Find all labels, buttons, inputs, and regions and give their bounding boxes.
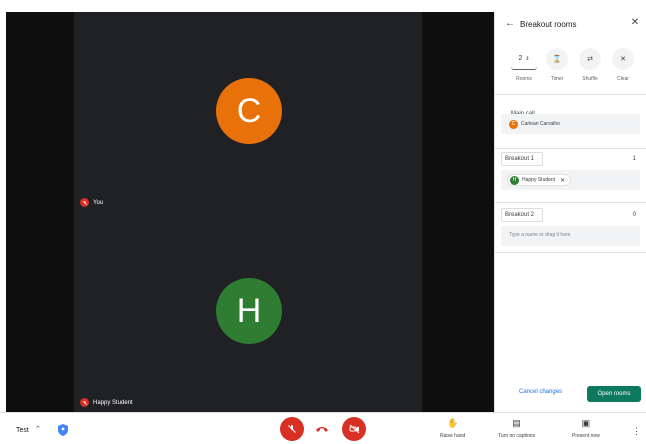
panel-footer: Cancel changes Open rooms: [495, 386, 646, 406]
timer-tool[interactable]: ⌛ Timer: [542, 48, 572, 82]
shield-icon[interactable]: [58, 424, 68, 436]
clear-tool[interactable]: ✕ Clear: [608, 48, 638, 82]
add-member-placeholder: Type a name or drag it here: [509, 232, 571, 238]
more-options-icon[interactable]: ⋮: [632, 427, 641, 436]
chevron-up-icon[interactable]: ⌃: [35, 425, 41, 433]
panel-header: ← Breakout rooms ✕: [495, 12, 646, 38]
back-arrow-icon[interactable]: ←: [505, 19, 515, 29]
present-label: Present now: [572, 433, 600, 439]
breakout-2-count: 0: [632, 212, 636, 218]
timer-button[interactable]: ⌛: [546, 48, 568, 70]
raise-hand-button[interactable]: ✋ Raise hand: [440, 417, 465, 439]
breakout-rooms-panel: ← Breakout rooms ✕ 2 ⇕ Rooms ⌛ Timer ⇄ S…: [494, 12, 646, 412]
breakout-2-name-field[interactable]: Breakout 2: [501, 208, 543, 222]
member-name: Happy Student: [522, 177, 556, 183]
shuffle-icon: ⇄: [587, 56, 593, 63]
camera-off-icon: [349, 424, 359, 434]
breakout-1-name-field[interactable]: Breakout 1: [501, 152, 543, 166]
breakout-1-members[interactable]: H Happy Student ✕: [501, 170, 640, 190]
stepper-arrows-icon[interactable]: ⇕: [525, 56, 529, 62]
rooms-count-value: 2: [518, 55, 523, 62]
hand-icon: ✋: [447, 418, 459, 428]
captions-button[interactable]: ▤ Turn on captions: [498, 417, 535, 439]
breakout-2-drop-zone[interactable]: Type a name or drag it here: [501, 226, 640, 246]
mic-off-icon: [80, 398, 89, 407]
meet-window: C H You Happy Student ← Breakout rooms ✕: [0, 0, 646, 444]
remove-member-icon[interactable]: ✕: [560, 177, 565, 184]
rooms-label: Rooms: [516, 76, 532, 82]
mic-toggle-button[interactable]: [280, 417, 304, 441]
rooms-stepper[interactable]: 2 ⇕ Rooms: [509, 48, 539, 82]
cancel-changes-button[interactable]: Cancel changes: [519, 389, 562, 395]
member-name: Carlean Carvalho: [521, 121, 560, 127]
student-name-tag: Happy Student: [80, 398, 133, 407]
shuffle-button[interactable]: ⇄: [579, 48, 601, 70]
member-chip[interactable]: H Happy Student ✕: [507, 174, 572, 186]
captions-icon: ▤: [512, 418, 521, 428]
student-name-label: Happy Student: [93, 399, 133, 406]
video-grid: C H You Happy Student: [6, 12, 494, 412]
captions-label: Turn on captions: [498, 433, 536, 439]
clear-button[interactable]: ✕: [612, 48, 634, 70]
panel-title: Breakout rooms: [520, 20, 577, 29]
mic-off-icon: [288, 425, 296, 433]
breakout-1-count: 1: [632, 156, 636, 162]
member-chip[interactable]: C Carlean Carvalho: [507, 118, 565, 130]
present-button[interactable]: ▣ Present now: [572, 417, 600, 439]
leave-call-button[interactable]: [314, 423, 330, 435]
self-name-label: You: [93, 199, 104, 206]
participant-avatar-h: H: [216, 278, 282, 344]
rooms-count-field[interactable]: 2 ⇕: [511, 48, 537, 70]
avatar: H: [510, 175, 519, 185]
clear-label: Clear: [617, 76, 629, 82]
mic-off-icon: [80, 198, 89, 207]
shuffle-tool[interactable]: ⇄ Shuffle: [575, 48, 605, 82]
close-icon[interactable]: ✕: [630, 18, 640, 28]
camera-toggle-button[interactable]: [342, 417, 366, 441]
divider: [495, 94, 646, 95]
shuffle-label: Shuffle: [582, 76, 598, 82]
participant-tile-bottom: H: [74, 212, 422, 412]
hang-up-icon: [316, 427, 328, 432]
participant-avatar-c: C: [216, 78, 282, 144]
divider: [495, 148, 646, 149]
avatar: C: [509, 119, 518, 129]
meeting-name[interactable]: Test: [16, 427, 29, 434]
participant-tile-top: C: [74, 12, 422, 212]
self-name-tag: You: [80, 198, 103, 207]
present-icon: ▣: [581, 418, 591, 428]
divider: [495, 252, 646, 253]
raise-hand-label: Raise hand: [440, 433, 466, 439]
open-rooms-button[interactable]: Open rooms: [587, 386, 641, 402]
breakout-tools: 2 ⇕ Rooms ⌛ Timer ⇄ Shuffle ✕ Clear: [495, 48, 646, 88]
hourglass-icon: ⌛: [552, 56, 562, 63]
clear-x-icon: ✕: [620, 56, 626, 63]
timer-label: Timer: [550, 76, 564, 82]
meeting-controls-bar: Test ⌃ ✋ Raise hand ▤ Turn on captions ▣…: [0, 412, 646, 444]
divider: [495, 202, 646, 203]
main-call-members: C Carlean Carvalho: [501, 114, 640, 134]
